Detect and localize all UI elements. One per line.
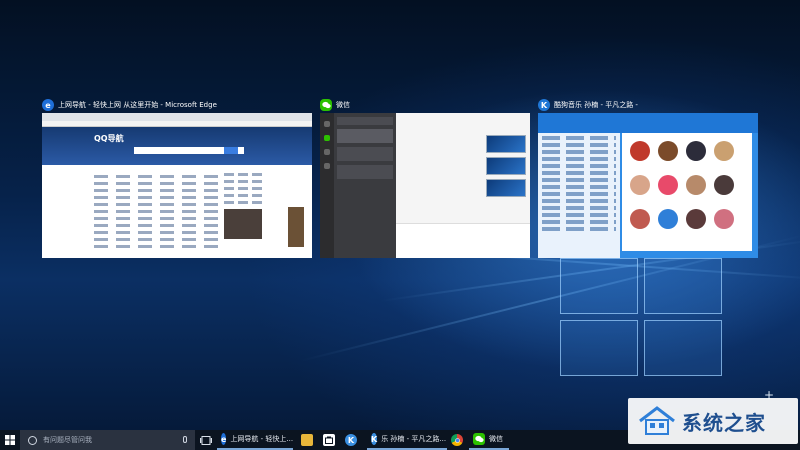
artist-avatar [714, 175, 734, 195]
watermark-text: 系统之家 [682, 410, 766, 435]
artist-avatar [686, 141, 706, 161]
ad-photo [288, 207, 304, 247]
artist-avatar [630, 141, 650, 161]
browser-tabs [42, 113, 312, 121]
taskbar-item-kugou-pinned[interactable]: K [341, 430, 363, 450]
taskbar-item-label: 微信 [489, 435, 503, 443]
window-title: 酷狗音乐 孙楠 - 平凡之路 - [554, 101, 638, 109]
search-placeholder: 有问题尽管问我 [43, 436, 92, 444]
site-logo: QQ导航 [94, 134, 124, 143]
taskbar-item-label: 上网导航 - 轻快上... [230, 435, 294, 443]
site-search-button [224, 147, 238, 154]
window-title: 微信 [336, 101, 350, 109]
taskbar-item-store[interactable] [319, 430, 341, 450]
taskbar-item-wechat[interactable]: 微信 [469, 430, 509, 450]
chat-image [486, 135, 526, 153]
artist-avatar [686, 209, 706, 229]
artist-avatar [714, 209, 734, 229]
task-view-window-edge[interactable]: e 上网导航 - 轻快上网 从这里开始 - Microsoft Edge QQ导… [42, 96, 312, 258]
edge-icon: e [42, 99, 54, 111]
desktop-background: e 上网导航 - 轻快上网 从这里开始 - Microsoft Edge QQ导… [0, 0, 800, 430]
taskbar-item-chrome[interactable] [447, 430, 469, 450]
task-view-window-wechat[interactable]: 微信 [320, 96, 530, 258]
chat-image [486, 179, 526, 197]
file-explorer-icon [301, 434, 313, 446]
artist-avatar [658, 141, 678, 161]
window-header: 微信 [320, 96, 530, 114]
window-thumbnail[interactable]: QQ导航 [42, 113, 312, 258]
taskbar-item-edge[interactable]: e 上网导航 - 轻快上... [217, 430, 293, 450]
window-header: K 酷狗音乐 孙楠 - 平凡之路 - [538, 96, 758, 114]
cortana-icon [28, 435, 37, 445]
window-header: e 上网导航 - 轻快上网 从这里开始 - Microsoft Edge [42, 96, 312, 114]
task-view-window-kugou[interactable]: K 酷狗音乐 孙楠 - 平凡之路 - [538, 96, 758, 258]
task-view-icon [200, 435, 212, 445]
site-body [42, 165, 312, 258]
wechat-icon [320, 99, 332, 111]
kugou-icon: K [345, 434, 357, 446]
start-button[interactable] [0, 430, 20, 450]
taskbar-item-kugou[interactable]: K 乐 孙楠 - 平凡之路... [367, 430, 447, 450]
edge-icon: e [221, 433, 227, 445]
link-grid [94, 171, 224, 252]
artist-avatar [630, 175, 650, 195]
cortana-search-box[interactable]: 有问题尽管问我 [20, 430, 195, 450]
chat-image [486, 157, 526, 175]
store-icon [323, 434, 335, 446]
kugou-icon: K [371, 433, 378, 445]
artist-grid [622, 133, 752, 251]
playlist [538, 133, 620, 258]
site-banner: QQ导航 [42, 127, 312, 165]
windows-icon [5, 435, 15, 445]
watermark: 系统之家 [628, 398, 798, 444]
player-controls [538, 113, 758, 133]
artist-avatar [658, 175, 678, 195]
windows-logo-light [560, 258, 730, 378]
artist-avatar [630, 209, 650, 229]
news-photo [224, 209, 262, 239]
artist-avatar [686, 175, 706, 195]
artist-avatar [714, 141, 734, 161]
chat-list [334, 113, 396, 258]
wechat-icon [473, 433, 485, 445]
taskbar-item-file-explorer[interactable] [297, 430, 319, 450]
artist-avatar [658, 209, 678, 229]
task-view-button[interactable] [195, 430, 217, 450]
microphone-icon[interactable] [183, 436, 187, 443]
house-logo-icon [639, 406, 675, 435]
wechat-nav-strip [320, 113, 334, 258]
kugou-icon: K [538, 99, 550, 111]
window-thumbnail[interactable] [320, 113, 530, 258]
chat-pane [396, 113, 530, 258]
message-input [396, 223, 530, 258]
taskbar-item-label: 乐 孙楠 - 平凡之路... [381, 435, 447, 443]
chrome-icon [451, 434, 463, 446]
window-thumbnail[interactable] [538, 113, 758, 258]
window-title: 上网导航 - 轻快上网 从这里开始 - Microsoft Edge [58, 101, 217, 109]
